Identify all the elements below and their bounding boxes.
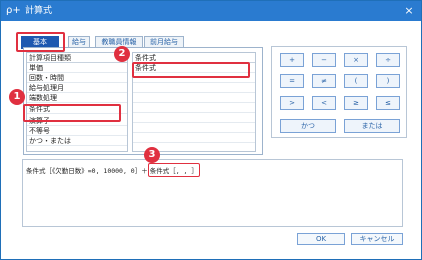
plus-button[interactable]: + [280,53,304,67]
title-bar: ρ+ 計算式 × [1,1,421,21]
callout-step-3: 3 [144,147,160,163]
less-than-button[interactable]: < [312,96,336,110]
highlight-condition-item [23,104,121,122]
multiply-button[interactable]: × [344,53,368,67]
formula-prefix: 条件式［《欠勤日数》=0, 10000, 0］＋ [26,167,148,175]
list-item[interactable]: 回数・時間 [27,73,127,83]
less-equal-button[interactable]: ≤ [376,96,400,110]
formula-editor[interactable]: 条件式［《欠勤日数》=0, 10000, 0］＋ 条件式［, , ］ [22,159,403,227]
list-item[interactable]: 給与処理月 [27,83,127,93]
equals-button[interactable]: = [280,74,304,88]
and-button[interactable]: かつ [280,119,336,133]
list-item[interactable]: 不等号 [27,126,127,136]
minus-button[interactable]: − [312,53,336,67]
formula-icon: ρ+ [6,5,21,16]
condition-empty-row [133,113,255,123]
condition-empty-row [133,83,255,93]
or-button[interactable]: または [344,119,400,133]
condition-empty-row [133,103,255,113]
list-item[interactable]: 単価 [27,63,127,73]
close-paren-button[interactable]: ) [376,74,400,88]
item-type-header: 計算項目種類 [27,53,127,63]
condition-empty-row [133,133,255,143]
greater-equal-button[interactable]: ≥ [344,96,368,110]
callout-step-2: 2 [114,46,130,62]
operator-panel: + − × ÷ = ≠ ( ) > < ≥ ≤ かつ または [271,46,407,138]
dialog-title: 計算式 [25,6,53,16]
inserted-condition: 条件式［, , ］ [147,163,200,177]
formula-dialog: ρ+ 計算式 × 基本 給与 教職員情報 前月給与 計算項目種類 単価 回数・時… [0,0,422,260]
close-button[interactable]: × [401,3,417,19]
divide-button[interactable]: ÷ [376,53,400,67]
item-type-list[interactable]: 計算項目種類 単価 回数・時間 給与処理月 端数処理 条件式 演算子 不等号 か… [26,52,128,152]
greater-than-button[interactable]: > [280,96,304,110]
condition-empty-row [133,123,255,133]
list-item[interactable]: 端数処理 [27,93,127,103]
ok-button[interactable]: OK [297,233,345,245]
list-item[interactable]: かつ・または [27,136,127,146]
condition-empty-row [133,93,255,103]
not-equal-button[interactable]: ≠ [312,74,336,88]
highlight-basic-tab [16,32,65,52]
open-paren-button[interactable]: ( [344,74,368,88]
formula-line: 条件式［《欠勤日数》=0, 10000, 0］＋ 条件式［, , ］ [26,163,200,177]
highlight-condition-option [132,62,250,78]
cancel-button[interactable]: キャンセル [351,233,403,245]
callout-step-1: 1 [9,89,25,105]
